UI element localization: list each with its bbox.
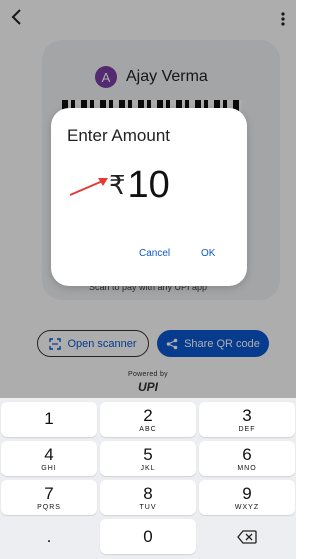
- key-digit: 7: [44, 483, 54, 503]
- key-letters: GHI: [41, 464, 57, 472]
- key-digit: 9: [242, 483, 252, 503]
- key-3[interactable]: 3 DEF: [199, 402, 295, 437]
- key-4[interactable]: 4 GHI: [1, 441, 97, 476]
- amount-field[interactable]: ₹ 10: [109, 166, 170, 204]
- key-digit: 5: [143, 444, 153, 464]
- key-digit: 0: [143, 527, 153, 546]
- key-digit: 2: [143, 405, 153, 425]
- key-letters: TUV: [139, 503, 157, 511]
- key-digit: 1: [44, 409, 54, 428]
- key-8[interactable]: 8 TUV: [100, 480, 196, 515]
- key-9[interactable]: 9 WXYZ: [199, 480, 295, 515]
- key-letters: PQRS: [37, 503, 61, 511]
- key-letters: ABC: [139, 425, 157, 433]
- key-letters: JKL: [140, 464, 156, 472]
- key-backspace[interactable]: [199, 519, 295, 554]
- numeric-keypad: 1 2 ABC 3 DEF 4 GHI 5 JKL 6 MNO 7 PQRS 8 TUV 9W…: [0, 398, 296, 559]
- cancel-button[interactable]: Cancel: [139, 248, 170, 259]
- key-6[interactable]: 6 MNO: [199, 441, 295, 476]
- ok-button[interactable]: OK: [201, 248, 215, 259]
- key-5[interactable]: 5 JKL: [100, 441, 196, 476]
- key-letters: MNO: [237, 464, 257, 472]
- currency-symbol: ₹: [109, 170, 126, 200]
- key-7[interactable]: 7 PQRS: [1, 480, 97, 515]
- key-digit: 3: [242, 405, 252, 425]
- enter-amount-dialog: Enter Amount ₹ 10 Cancel OK: [51, 108, 247, 286]
- key-1[interactable]: 1: [1, 402, 97, 437]
- key-dot[interactable]: .: [1, 519, 97, 554]
- key-0[interactable]: 0: [100, 519, 196, 554]
- key-2[interactable]: 2 ABC: [100, 402, 196, 437]
- key-digit: .: [46, 527, 52, 546]
- backspace-icon: [237, 529, 257, 544]
- annotation-arrow-icon: [69, 178, 108, 196]
- key-digit: 4: [44, 444, 54, 464]
- key-letters: WXYZ: [234, 503, 260, 511]
- key-letters: DEF: [238, 425, 256, 433]
- dialog-title: Enter Amount: [67, 126, 171, 145]
- amount-value: 10: [127, 164, 170, 206]
- key-digit: 6: [242, 444, 252, 464]
- key-digit: 8: [143, 483, 153, 503]
